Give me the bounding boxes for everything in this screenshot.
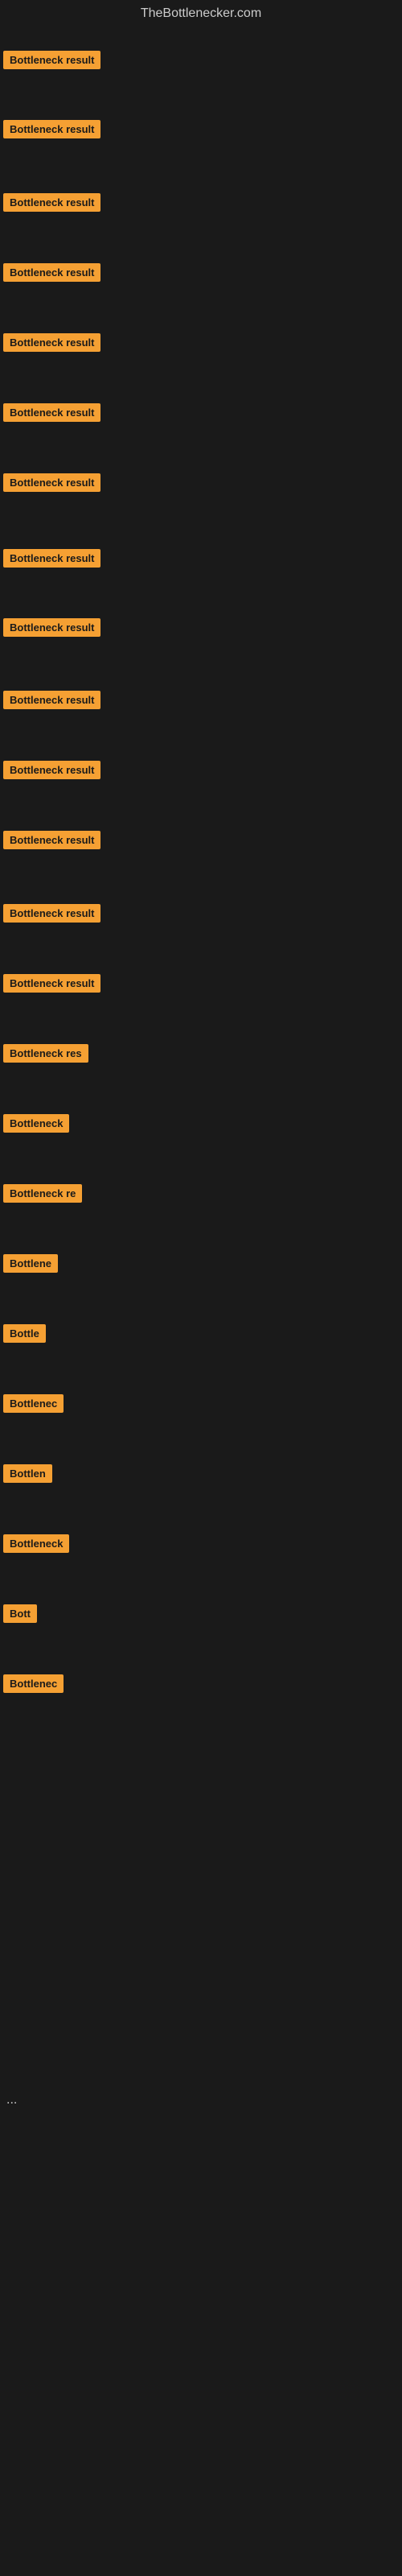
bottleneck-item-17: Bottleneck re — [3, 1183, 82, 1208]
bottleneck-label-13: Bottleneck result — [3, 904, 100, 923]
bottleneck-item-19: Bottle — [3, 1323, 46, 1348]
bottleneck-item-6: Bottleneck result — [3, 402, 100, 427]
bottleneck-item-13: Bottleneck result — [3, 902, 100, 928]
bottleneck-item-4: Bottleneck result — [3, 262, 100, 287]
bottleneck-item-10: Bottleneck result — [3, 689, 100, 715]
bottleneck-item-21: Bottlen — [3, 1463, 52, 1488]
bottleneck-list — [0, 27, 402, 31]
bottleneck-label-7: Bottleneck result — [3, 473, 100, 492]
bottleneck-label-19: Bottle — [3, 1324, 46, 1343]
bottleneck-label-3: Bottleneck result — [3, 193, 100, 212]
bottleneck-item-7: Bottleneck result — [3, 472, 100, 497]
site-header: TheBottlenecker.com — [0, 0, 402, 27]
bottleneck-item-16: Bottleneck — [3, 1113, 69, 1138]
bottleneck-label-23: Bott — [3, 1604, 37, 1623]
bottleneck-item-3: Bottleneck result — [3, 192, 100, 217]
bottleneck-label-11: Bottleneck result — [3, 761, 100, 779]
bottleneck-label-14: Bottleneck result — [3, 974, 100, 993]
bottleneck-label-22: Bottleneck — [3, 1534, 69, 1553]
bottleneck-label-10: Bottleneck result — [3, 691, 100, 709]
bottleneck-item-11: Bottleneck result — [3, 759, 100, 785]
bottleneck-label-9: Bottleneck result — [3, 618, 100, 637]
bottleneck-label-15: Bottleneck res — [3, 1044, 88, 1063]
bottleneck-item-24: Bottlenec — [3, 1673, 64, 1699]
bottleneck-label-5: Bottleneck result — [3, 333, 100, 352]
bottleneck-label-16: Bottleneck — [3, 1114, 69, 1133]
bottleneck-item-1: Bottleneck result — [3, 49, 100, 75]
bottleneck-item-9: Bottleneck result — [3, 617, 100, 642]
bottleneck-label-4: Bottleneck result — [3, 263, 100, 282]
bottleneck-label-18: Bottlene — [3, 1254, 58, 1273]
bottleneck-item-8: Bottleneck result — [3, 547, 100, 573]
site-title: TheBottlenecker.com — [0, 0, 402, 27]
bottleneck-label-21: Bottlen — [3, 1464, 52, 1483]
bottleneck-label-6: Bottleneck result — [3, 403, 100, 422]
bottleneck-label-20: Bottlenec — [3, 1394, 64, 1413]
bottleneck-label-17: Bottleneck re — [3, 1184, 82, 1203]
bottleneck-item-18: Bottlene — [3, 1253, 58, 1278]
bottleneck-item-20: Bottlenec — [3, 1393, 64, 1418]
bottleneck-label-8: Bottleneck result — [3, 549, 100, 568]
bottleneck-label-2: Bottleneck result — [3, 120, 100, 138]
bottleneck-label-1: Bottleneck result — [3, 51, 100, 69]
bottleneck-item-22: Bottleneck — [3, 1533, 69, 1558]
bottleneck-item-23: Bott — [3, 1603, 37, 1629]
bottleneck-item-14: Bottleneck result — [3, 972, 100, 998]
bottleneck-item-12: Bottleneck result — [3, 829, 100, 855]
bottleneck-label-12: Bottleneck result — [3, 831, 100, 849]
bottleneck-item-2: Bottleneck result — [3, 118, 100, 144]
bottleneck-label-24: Bottlenec — [3, 1674, 64, 1693]
bottleneck-item-15: Bottleneck res — [3, 1042, 88, 1068]
bottleneck-item-5: Bottleneck result — [3, 332, 100, 357]
ellipsis-indicator: ... — [3, 2093, 20, 2107]
